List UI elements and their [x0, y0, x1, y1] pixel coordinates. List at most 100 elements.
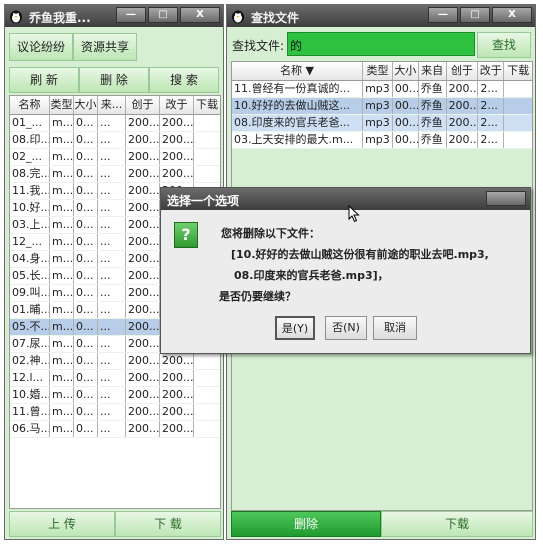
- close-button[interactable]: X: [492, 7, 532, 23]
- col-created[interactable]: 创于: [126, 96, 160, 114]
- table-row[interactable]: 11.曾... m... 0...... 200... 200...: [10, 404, 220, 421]
- table-cell: 200...: [162, 421, 194, 437]
- search-input[interactable]: 的: [287, 32, 475, 56]
- dialog-close-button[interactable]: [486, 191, 526, 206]
- maximize-button[interactable]: □: [148, 7, 178, 23]
- table-cell: ...: [98, 353, 126, 369]
- col-download[interactable]: 下载: [194, 96, 220, 114]
- no-button[interactable]: 否(N): [325, 316, 367, 340]
- table-cell: 01_...: [10, 115, 50, 131]
- table-cell: ...: [98, 251, 126, 267]
- dialog-message-line1: 您将删除以下文件：: [221, 227, 320, 240]
- col-size[interactable]: 大小: [74, 96, 98, 114]
- table-cell: [194, 370, 220, 386]
- mouse-cursor: [348, 205, 360, 223]
- table-cell: 08.印度来的官兵老爸...: [232, 115, 364, 131]
- table-cell: mp3: [363, 132, 393, 148]
- table-cell: 0...: [74, 132, 98, 148]
- find-button[interactable]: 查找: [477, 32, 531, 58]
- table-cell: [194, 404, 220, 420]
- table-cell: 0...: [74, 234, 98, 250]
- col-from[interactable]: 来自: [419, 62, 447, 80]
- col-created[interactable]: 创于: [447, 62, 479, 80]
- yes-button[interactable]: 是(Y): [275, 316, 315, 340]
- table-cell: 200...: [128, 200, 160, 216]
- table-row[interactable]: 03.上天安排的最大.m... mp3 00... 乔鱼 200... 2...: [232, 132, 532, 149]
- right-window-titlebar[interactable]: 查找文件 — □ X: [227, 5, 535, 27]
- col-from[interactable]: 来...: [98, 96, 126, 114]
- upload-button[interactable]: 上 传: [9, 511, 115, 537]
- table-row[interactable]: 06.马... m... 0...... 200... 200...: [10, 421, 220, 438]
- table-row[interactable]: 01_... m... 0...... 200... 200...: [10, 115, 220, 132]
- table-row[interactable]: 08.完... m... 0...... 200... 200...: [10, 166, 220, 183]
- dialog-message-line4: 是否仍要继续？: [219, 290, 296, 303]
- col-name[interactable]: 名称: [10, 96, 50, 114]
- table-cell: m...: [52, 217, 74, 233]
- col-modified[interactable]: 改于: [160, 96, 194, 114]
- col-size[interactable]: 大小: [393, 62, 419, 80]
- table-cell: ...: [98, 302, 126, 318]
- table-row[interactable]: 12.l... m... 0...... 200... 200...: [10, 370, 220, 387]
- close-button[interactable]: X: [180, 7, 220, 23]
- table-cell: ...: [98, 166, 126, 182]
- table-cell: 200...: [448, 115, 479, 131]
- dialog-title: 选择一个选项: [167, 194, 240, 208]
- table-row[interactable]: 08.印度来的官兵老爸... mp3 00... 乔鱼 200... 2...: [232, 115, 532, 132]
- table-cell: 0...: [74, 404, 98, 420]
- table-cell: m...: [52, 404, 74, 420]
- table-cell: 0...: [74, 166, 98, 182]
- table-cell: 00...: [394, 81, 419, 97]
- col-type[interactable]: 类型: [50, 96, 74, 114]
- table-cell: 11.曾...: [12, 404, 50, 420]
- search-button[interactable]: 搜 索: [149, 67, 219, 93]
- table-cell: [194, 149, 220, 165]
- download-button-right[interactable]: 下载: [381, 511, 533, 537]
- table-cell: ...: [98, 336, 126, 352]
- left-window-titlebar[interactable]: 乔鱼我重... — □ X: [5, 5, 223, 27]
- col-download[interactable]: 下载: [504, 62, 532, 80]
- table-row[interactable]: 02_... m... 0...... 200... 200...: [10, 149, 220, 166]
- table-cell: 2...: [478, 98, 505, 114]
- question-icon: ?: [174, 222, 198, 248]
- table-cell: 0...: [74, 319, 98, 335]
- table-cell: m...: [52, 183, 74, 199]
- table-cell: mp3: [363, 98, 393, 114]
- table-cell: 200...: [128, 217, 160, 233]
- download-button-left[interactable]: 下 载: [115, 511, 221, 537]
- table-cell: ...: [98, 132, 126, 148]
- tab-discussion[interactable]: 议论纷纷: [9, 33, 73, 61]
- delete-button[interactable]: 删 除: [79, 67, 149, 93]
- col-modified[interactable]: 改于: [478, 62, 505, 80]
- table-row[interactable]: 08.印... m... 0...... 200... 200...: [10, 132, 220, 149]
- delete-button-right[interactable]: 删除: [231, 511, 381, 537]
- col-type[interactable]: 类型: [363, 62, 393, 80]
- table-cell: 2...: [478, 81, 505, 97]
- table-row[interactable]: 10.婚... m... 0...... 200... 200...: [10, 387, 220, 404]
- minimize-button[interactable]: —: [428, 7, 458, 23]
- right-table-body: 11.曾经有一份真诚的... mp3 00... 乔鱼 200... 2... 10.好好的…: [232, 81, 532, 149]
- table-cell: [194, 387, 220, 403]
- minimize-button[interactable]: —: [116, 7, 146, 23]
- table-cell: 08.印...: [12, 132, 50, 148]
- dialog-titlebar[interactable]: 选择一个选项: [161, 188, 530, 210]
- cancel-button[interactable]: 取消: [373, 316, 417, 340]
- col-name-sorted[interactable]: 名称 ▼: [232, 62, 364, 80]
- table-cell: ...: [98, 421, 126, 437]
- table-cell: 0...: [74, 370, 98, 386]
- table-cell: 200...: [128, 421, 160, 437]
- table-row[interactable]: 02.神... m... 0...... 200... 200...: [10, 353, 220, 370]
- table-cell: 2...: [478, 132, 505, 148]
- table-cell: 200...: [162, 132, 194, 148]
- search-label: 查找文件:: [232, 39, 285, 53]
- tab-resource-share[interactable]: 资源共享: [73, 33, 137, 61]
- maximize-button[interactable]: □: [460, 7, 490, 23]
- refresh-button[interactable]: 刷 新: [9, 67, 79, 93]
- table-cell: 0...: [74, 251, 98, 267]
- table-row[interactable]: 11.曾经有一份真诚的... mp3 00... 乔鱼 200... 2...: [232, 81, 532, 98]
- table-cell: m...: [52, 115, 74, 131]
- table-cell: [194, 115, 220, 131]
- table-row[interactable]: 10.好好的去做山贼这... mp3 00... 乔鱼 200... 2...: [232, 98, 532, 115]
- table-cell: 200...: [128, 183, 160, 199]
- table-cell: 10.好好的去做山贼这...: [232, 98, 364, 114]
- table-cell: 200...: [128, 353, 160, 369]
